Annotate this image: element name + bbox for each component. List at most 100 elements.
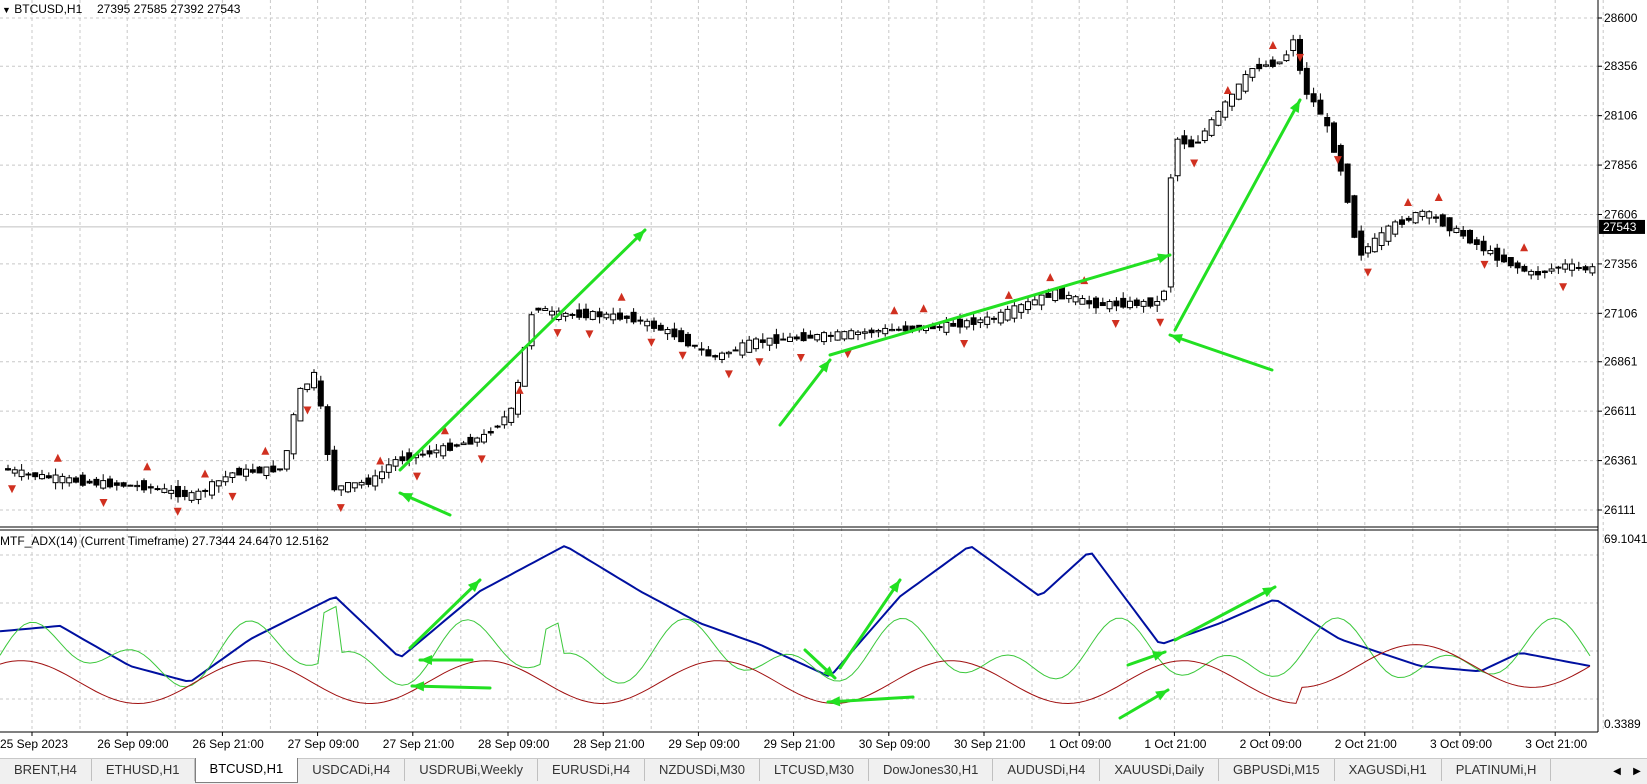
bear-candle [1120,297,1127,308]
time-tick-label: 29 Sep 09:00 [668,737,740,751]
bear-candle [249,469,256,473]
bear-candle [32,472,39,478]
price-tick-label: 27856 [1604,158,1638,172]
bear-candle [467,436,474,445]
bear-candle [685,333,691,347]
tab-nzdusdi-m30[interactable]: NZDUSDi,M30 [645,759,761,781]
fractal-down-marker [724,370,733,379]
bear-candle [1269,59,1276,67]
indicator-header: MTF_ADX(14) (Current Timeframe) 27.7344 … [0,534,329,548]
bear-candle [991,317,997,320]
bear-candle [1439,214,1446,227]
bull-candle [1392,221,1399,235]
fractal-down-marker [303,406,312,415]
bull-candle [351,482,358,489]
tab-xauusdi-daily[interactable]: XAUUSDi,Daily [1100,759,1219,781]
fractal-down-marker [960,339,969,348]
bear-candle [426,450,433,455]
tab-brent-h4[interactable]: BRENT,H4 [0,759,92,781]
fractal-up-marker [890,306,899,315]
adx-indicator-lines [0,545,1591,705]
annotation-arrow-head [889,580,900,593]
menu-triangle-icon[interactable]: ▼ [2,5,11,15]
tab-ethusd-h1[interactable]: ETHUSD,H1 [92,759,195,781]
bear-candle [1446,217,1453,232]
fractal-up-marker [1434,193,1443,202]
time-tick-label: 3 Oct 09:00 [1430,737,1492,751]
tab-ltcusd-m30[interactable]: LTCUSD,M30 [760,759,869,781]
bear-candle [1460,229,1467,237]
bull-candle [168,489,175,494]
fractal-down-marker [553,329,562,338]
tab-usdcadi-h4[interactable]: USDCADi,H4 [298,759,406,781]
bull-candle [1018,304,1025,313]
bull-candle [1575,266,1582,269]
fractal-down-marker [8,485,16,494]
bull-candle [1235,83,1242,100]
price-tick-label: 26361 [1604,454,1638,468]
fractal-up-marker [376,456,385,465]
bull-candle [1031,299,1038,306]
bull-candle [936,326,943,329]
bull-candle [1453,227,1460,233]
fractal-down-marker [1559,283,1568,292]
price-tick-label: 26861 [1604,355,1638,369]
tab-gbpusdi-m15[interactable]: GBPUSDi,M15 [1219,759,1335,781]
bull-candle [1004,308,1011,321]
tab-usdrubi-weekly[interactable]: USDRUBi,Weekly [405,759,539,781]
annotation-arrow-shaft [398,228,647,472]
bull-candle [637,319,644,322]
tab-dowjones30-h1[interactable]: DowJones30,H1 [869,759,994,781]
tab-audusdi-h4[interactable]: AUDUSDi,H4 [993,759,1101,781]
bull-candle [66,477,73,484]
tab-scroll-right-icon[interactable]: ▶ [1633,766,1641,777]
price-grid [0,0,1604,732]
bear-candle [317,380,324,407]
bull-candle [311,371,317,389]
bull-candle [977,319,984,324]
tab-xagusdi-h1[interactable]: XAGUSDi,H1 [1335,759,1442,781]
bull-candle [263,466,270,477]
bear-candle [331,449,338,491]
bear-candle [1582,266,1589,271]
bear-candle [596,311,603,318]
tab-btcusd-h1[interactable]: BTCUSD,H1 [194,758,299,783]
bear-candle [1331,122,1337,153]
time-tick-label: 30 Sep 09:00 [859,737,931,751]
tab-platinumi-h[interactable]: PLATINUMi,H [1442,759,1552,781]
time-tick-label: 25 Sep 2023 [0,737,68,751]
bear-candle [623,315,630,319]
annotation-arrow-head [828,696,841,707]
bear-candle [1399,219,1405,225]
bear-candle [1473,239,1480,245]
tab-eurusdi-h4[interactable]: EURUSDi,H4 [538,759,646,781]
tab-scroll-left-icon[interactable]: ◀ [1613,766,1621,777]
bear-candle [1358,230,1365,256]
tab-scroll-controls: ◀ ▶ [1607,759,1647,783]
chart-canvas[interactable]: 2860028356281062785627606273562710626861… [0,0,1647,758]
fractal-down-marker [99,498,108,507]
bear-candle [93,478,100,486]
bear-candle [1195,141,1201,144]
bull-candle [1263,64,1269,67]
bull-candle [753,338,759,350]
bear-candle [970,317,977,325]
bear-candle [950,322,957,327]
bear-candle [705,349,712,357]
bull-candle [1161,290,1167,301]
bull-candle [290,414,297,455]
bull-candle [603,313,610,319]
fractal-down-marker [228,492,237,501]
bear-candle [1501,254,1507,263]
fractal-down-marker [796,353,805,362]
bull-candle [481,433,487,443]
time-tick-label: 27 Sep 21:00 [383,737,455,751]
price-tick-label: 27356 [1604,257,1638,271]
bull-candle [1589,266,1596,274]
bull-candle [562,312,569,317]
minus-di-line [0,644,1591,705]
symbol-label: BTCUSD,H1 [14,2,83,16]
bull-candle [644,320,651,327]
bear-candle [1045,292,1052,298]
bull-candle [18,469,25,478]
